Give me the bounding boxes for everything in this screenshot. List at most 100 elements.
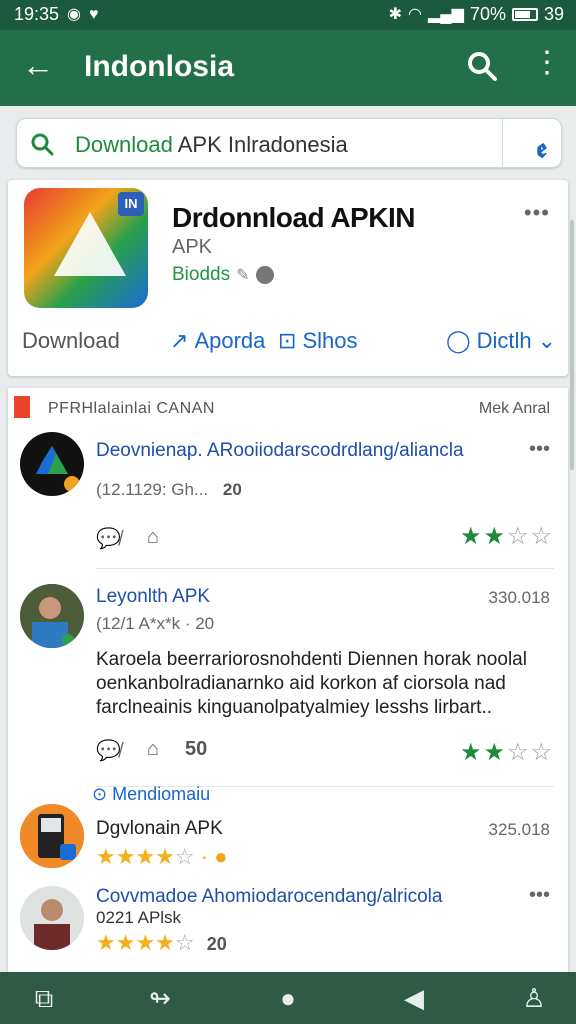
app-name: Drdonnload APKIN [172, 202, 415, 233]
phone-avatar-icon [20, 804, 84, 868]
search-input[interactable]: Download APK Inlradonesia ꬲ [16, 118, 562, 168]
review-item: Deovnienap. ARooiiodarscodrdlang/aliancl… [8, 428, 568, 568]
review-meta: 0221 APlsk [96, 908, 182, 927]
show-button[interactable]: ⊡ Slhos [278, 328, 357, 354]
share-arrow-icon: ↗ [170, 328, 189, 353]
share-button[interactable]: ↗ Aporda [170, 328, 265, 354]
battery-icon [511, 8, 538, 21]
bottom-nav-bar: ⧉ ↬ ● ◀ ♙ [0, 972, 576, 1024]
drive-logo-shape [54, 212, 126, 276]
scrollbar[interactable] [570, 220, 574, 470]
status-bar: 19:35 ◉ ♥ ✱ ◠ ▂▄▆ 70% 39 [0, 0, 576, 30]
search-area: Download APK Inlradonesia ꬲ [0, 106, 576, 182]
mention-link-icon: ⊙ [92, 784, 108, 804]
review-author[interactable]: Deovnienap. ARooiiodarscodrdlang/aliancl… [96, 440, 464, 462]
app-icon[interactable]: IN [24, 188, 148, 308]
review-text: Karoela beerrariorosnohdenti Diennen hor… [96, 649, 527, 718]
battery-percent: 70% [469, 4, 506, 24]
more-actions-label: Dictlh [476, 328, 532, 353]
person-avatar-icon [20, 584, 84, 648]
share-label: Aporda [194, 328, 266, 353]
star-empty-icon: ☆ [174, 930, 195, 955]
overflow-menu-icon[interactable]: ⋮ [532, 48, 562, 84]
review-count-badge: 20 [222, 480, 242, 499]
location-icon: ♥ [89, 5, 99, 23]
app-bar: ← Indonlosia ⋮ [0, 30, 576, 106]
avatar[interactable] [20, 432, 84, 496]
review-author[interactable]: Covvmadoe Ahomiodarocendang/alricola [96, 886, 442, 908]
star-empty-icon: ☆☆ [506, 739, 554, 766]
review-meta: (12.1129: Gh... 20 [96, 480, 242, 500]
avatar[interactable] [20, 886, 84, 950]
review-item: Covvmadoe Ahomiodarocendang/alricola •••… [8, 882, 568, 982]
review-item: Leyonlth APK 330.018 (12/1 A*x*k · 20 Ka… [8, 580, 568, 780]
notification-icon: ◉ [67, 5, 82, 23]
review-rating: ★★★★☆ · ● [96, 844, 227, 870]
app-developer[interactable]: Biodds ✎ [172, 264, 274, 286]
globe-icon [255, 266, 274, 284]
share-icon[interactable]: ↬ [140, 982, 180, 1014]
avatar[interactable] [20, 804, 84, 868]
download-button[interactable]: Download [22, 328, 120, 354]
review-more-icon[interactable]: ••• [529, 884, 550, 907]
card-more-icon[interactable]: ••• [524, 200, 550, 226]
back-icon[interactable]: ◀ [394, 982, 434, 1014]
comment-box-icon: ⊡ [278, 328, 297, 353]
review-actions: 💬̸ ⌂ [96, 526, 159, 551]
status-extra: 39 [543, 4, 564, 24]
emoji-icon: · ● [200, 844, 228, 869]
star-empty-icon: ☆☆ [506, 523, 554, 550]
review-count: 330.018 [488, 588, 550, 607]
flag-icon [14, 396, 30, 418]
review-rating: ★★★★☆ 20 [96, 930, 227, 956]
more-actions-button[interactable]: ◯ Dictlh ⌄ [446, 328, 556, 354]
app-card: IN Drdonnload APKIN APK Biodds ✎ ••• Dow… [8, 180, 568, 376]
reviews-panel: PFRHlalainlai CANAN Mek Anral Deovnienap… [8, 388, 568, 988]
back-arrow-icon[interactable]: ← [20, 48, 56, 84]
star-icon: ★★★★ [96, 844, 175, 869]
account-icon[interactable]: ♙ [514, 982, 554, 1014]
review-author[interactable]: Dgvlonain APK [96, 818, 223, 840]
app-actions: Download ↗ Aporda ⊡ Slhos ◯ Dictlh ⌄ [8, 324, 568, 364]
chevron-down-icon: ⌄ [537, 328, 557, 353]
page-title: Indonlosia [84, 50, 234, 83]
search-icon [31, 133, 54, 156]
mention-label: Mendiomaiu [112, 784, 211, 804]
divider [96, 568, 554, 569]
sort-button[interactable]: Mek Anral [479, 400, 550, 418]
review-likes: 50 [185, 738, 208, 760]
review-author[interactable]: Leyonlth APK [96, 586, 210, 608]
search-icon[interactable] [464, 48, 500, 84]
comment-icon[interactable]: 💬̸ [96, 738, 121, 763]
person-avatar-icon [20, 886, 84, 950]
app-subtitle: APK [172, 236, 213, 258]
like-icon[interactable]: ⌂ [147, 738, 159, 763]
like-icon[interactable]: ⌂ [147, 526, 159, 551]
avatar[interactable] [20, 584, 84, 648]
drive-avatar-icon [36, 446, 80, 492]
star-icon: ★★★★ [96, 930, 175, 955]
review-count: 325.018 [488, 820, 550, 839]
app-badge-icon: IN [118, 192, 144, 216]
recent-apps-icon[interactable]: ⧉ [24, 982, 64, 1014]
review-actions: 💬̸ ⌂ 50 [96, 738, 207, 763]
signal-icon: ▂▄▆ [427, 5, 464, 23]
search-query-highlight: Download [75, 132, 173, 157]
review-more-icon[interactable]: ••• [529, 438, 550, 461]
review-item: Dgvlonain APK 325.018 ★★★★☆ · ● [8, 804, 568, 884]
review-count-badge: 20 [206, 934, 227, 954]
star-empty-icon: ☆ [174, 844, 195, 869]
home-icon[interactable]: ● [268, 982, 308, 1014]
pin-icon: ✎ [236, 267, 250, 284]
star-icon: ★★ [459, 523, 507, 550]
lens-icon[interactable]: ꬲ [536, 129, 547, 165]
download-label: Download [22, 328, 120, 353]
mention-tag[interactable]: ⊙ Mendiomaiu [92, 784, 210, 805]
star-icon: ★★ [459, 739, 507, 766]
comment-icon[interactable]: 💬̸ [96, 526, 121, 551]
bluetooth-icon: ✱ [388, 5, 403, 23]
divider [502, 119, 503, 167]
reviews-header: PFRHlalainlai CANAN Mek Anral [8, 396, 568, 422]
status-time: 19:35 [14, 4, 60, 24]
search-query: Download APK Inlradonesia [75, 132, 348, 158]
